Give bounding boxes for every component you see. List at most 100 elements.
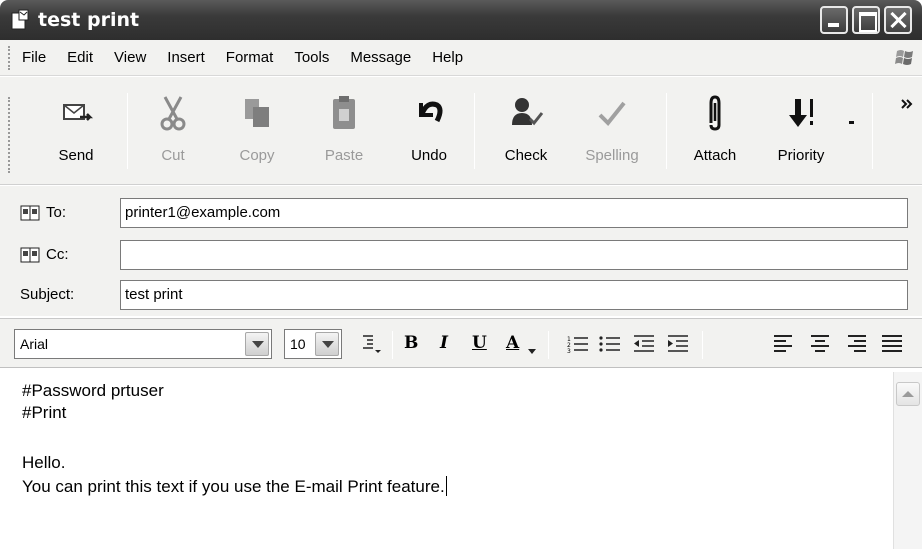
windows-logo-icon: [895, 50, 913, 65]
copy-button[interactable]: Copy: [230, 93, 284, 183]
format-separator: [548, 331, 549, 359]
toolbar-separator: [666, 93, 667, 169]
copy-icon: [245, 99, 269, 127]
check-names-button[interactable]: Check: [496, 93, 556, 183]
undo-icon: [419, 101, 443, 123]
subject-label: Subject:: [20, 286, 75, 303]
maximize-button[interactable]: [852, 6, 880, 34]
title-bar: test print: [0, 0, 922, 40]
menu-tools[interactable]: Tools: [294, 49, 329, 66]
menu-help[interactable]: Help: [432, 49, 463, 66]
align-right-icon[interactable]: [844, 333, 868, 355]
svg-text:3: 3: [567, 348, 571, 355]
bold-button[interactable]: B: [404, 333, 418, 353]
main-toolbar: Send Cut Copy Paste Undo Check Spelling …: [0, 77, 922, 185]
priority-icon: [789, 99, 813, 127]
font-size-value: 10: [290, 336, 306, 352]
cc-row: Cc:: [0, 240, 922, 270]
check-names-icon: [512, 98, 544, 126]
send-label: Send: [58, 147, 94, 164]
body-line: #Print: [22, 403, 67, 422]
body-line: You can print this text if you use the E…: [22, 477, 445, 496]
font-size-select[interactable]: 10: [284, 329, 342, 359]
menu-edit[interactable]: Edit: [67, 49, 93, 66]
envelope-app-icon: [11, 9, 29, 30]
subject-field[interactable]: test print: [120, 280, 908, 310]
cut-label: Cut: [161, 147, 185, 164]
clipboard-icon: [333, 96, 355, 129]
spelling-label: Spelling: [585, 147, 639, 164]
bulleted-list-icon[interactable]: [598, 333, 622, 355]
copy-label: Copy: [239, 147, 275, 164]
format-separator: [702, 331, 703, 359]
check-label: Check: [504, 147, 548, 164]
close-button[interactable]: [884, 6, 912, 34]
spelling-button[interactable]: Spelling: [574, 93, 650, 183]
format-toolbar: Arial 10 B I U A 123: [0, 318, 922, 368]
font-dropdown-arrow-icon[interactable]: [245, 332, 269, 356]
paragraph-style-icon[interactable]: [360, 333, 384, 355]
address-book-icon: [20, 247, 40, 262]
attach-button[interactable]: Attach: [684, 93, 746, 183]
format-separator: [392, 331, 393, 359]
cc-field[interactable]: [120, 240, 908, 270]
scroll-up-arrow-icon[interactable]: [896, 382, 920, 406]
attach-label: Attach: [693, 147, 737, 164]
cc-label: Cc:: [46, 246, 69, 263]
toolbar-separator: [127, 93, 128, 169]
window-title: test print: [38, 9, 140, 31]
body-line: #Password prtuser: [22, 381, 164, 400]
undo-button[interactable]: Undo: [402, 93, 456, 183]
spelling-check-icon: [598, 101, 626, 126]
menu-bar: File Edit View Insert Format Tools Messa…: [0, 40, 922, 76]
body-line-with-caret: You can print this text if you use the E…: [22, 476, 447, 497]
numbered-list-icon[interactable]: 123: [566, 333, 590, 355]
undo-label: Undo: [411, 147, 447, 164]
menubar-grip[interactable]: [8, 46, 11, 70]
minimize-button[interactable]: [820, 6, 848, 34]
paste-label: Paste: [324, 147, 364, 164]
cut-button[interactable]: Cut: [148, 93, 198, 183]
send-button[interactable]: Send: [44, 93, 108, 183]
font-value: Arial: [20, 336, 49, 352]
to-row: To: printer1@example.com: [0, 198, 922, 228]
menu-file[interactable]: File: [22, 49, 46, 66]
toolbar-separator: [474, 93, 475, 169]
justify-icon[interactable]: [880, 333, 904, 355]
priority-label: Priority: [777, 147, 825, 164]
to-button[interactable]: To:: [20, 204, 66, 221]
to-label: To:: [46, 204, 67, 221]
underline-button[interactable]: U: [472, 333, 487, 353]
menu-view[interactable]: View: [114, 49, 146, 66]
menu-insert[interactable]: Insert: [167, 49, 205, 66]
toolbar-grip[interactable]: [8, 97, 11, 173]
font-color-button[interactable]: A: [506, 333, 519, 353]
message-header: To: printer1@example.com Cc: Subject: te…: [0, 186, 922, 316]
decrease-indent-icon[interactable]: [632, 333, 656, 355]
send-icon: [63, 104, 94, 121]
scissors-icon: [160, 96, 186, 131]
priority-dropdown-icon[interactable]: [846, 117, 858, 127]
subject-row: Subject: test print: [0, 280, 922, 310]
body-line: Hello.: [22, 453, 66, 472]
menu-format[interactable]: Format: [226, 49, 274, 66]
vertical-scrollbar[interactable]: [893, 372, 922, 549]
message-body[interactable]: #Password prtuser #Print Hello. You can …: [0, 369, 922, 549]
increase-indent-icon[interactable]: [666, 333, 690, 355]
address-book-icon: [20, 205, 40, 220]
paperclip-icon: [709, 95, 721, 131]
to-field[interactable]: printer1@example.com: [120, 198, 908, 228]
align-center-icon[interactable]: [808, 333, 832, 355]
font-select[interactable]: Arial: [14, 329, 272, 359]
cc-button[interactable]: Cc:: [20, 246, 69, 263]
text-caret: [445, 476, 447, 496]
font-size-dropdown-arrow-icon[interactable]: [315, 332, 339, 356]
menu-message[interactable]: Message: [350, 49, 411, 66]
font-color-dropdown-icon[interactable]: [528, 349, 536, 355]
priority-button[interactable]: Priority: [764, 93, 838, 183]
paste-button[interactable]: Paste: [316, 93, 372, 183]
toolbar-overflow-chevron-icon[interactable]: [900, 97, 914, 111]
toolbar-separator: [872, 93, 873, 169]
italic-button[interactable]: I: [440, 333, 448, 353]
align-left-icon[interactable]: [772, 333, 796, 355]
